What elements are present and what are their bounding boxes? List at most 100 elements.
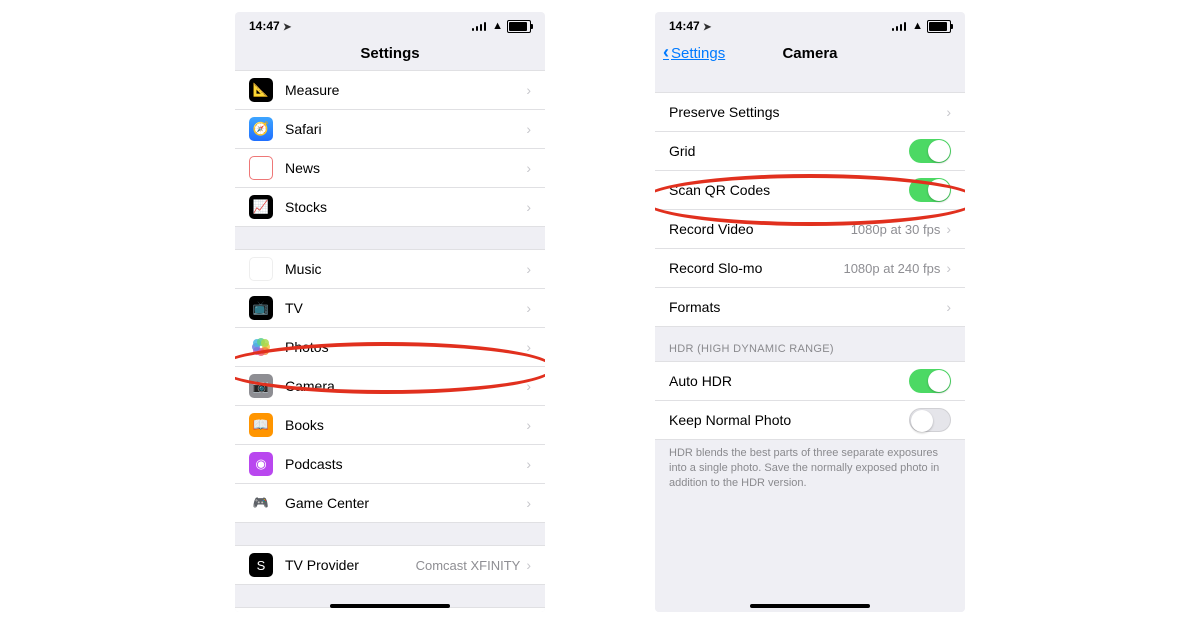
status-time: 14:47 ➤ bbox=[669, 19, 711, 33]
row-label: Measure bbox=[285, 82, 526, 98]
group-spacer bbox=[235, 227, 545, 249]
battery-icon bbox=[927, 20, 951, 33]
chevron-left-icon: ‹ bbox=[663, 42, 669, 63]
toggle-auto-hdr[interactable] bbox=[909, 369, 951, 393]
status-indicators: ▲ bbox=[892, 20, 951, 33]
settings-row-record-slo-mo[interactable]: Record Slo-mo1080p at 240 fps › bbox=[655, 249, 965, 288]
row-detail: Comcast XFINITY bbox=[416, 558, 521, 573]
photos-icon bbox=[249, 335, 273, 359]
settings-group: ♫Music›📺TV›Photos›📷Camera›📖Books›◉Podcas… bbox=[235, 249, 545, 523]
row-label: Stocks bbox=[285, 199, 526, 215]
group-spacer bbox=[655, 70, 965, 92]
row-label: TV bbox=[285, 300, 526, 316]
screenshot-pair: 14:47 ➤ ▲ Settings 📐Measure›🧭Safari›NNew… bbox=[0, 0, 1200, 630]
chevron-right-icon: › bbox=[946, 299, 951, 315]
row-label: TV Provider bbox=[285, 557, 416, 573]
row-label: Record Slo-mo bbox=[669, 260, 843, 276]
settings-row-safari[interactable]: 🧭 Safari› bbox=[235, 110, 545, 149]
status-time: 14:47 ➤ bbox=[249, 19, 291, 33]
chevron-right-icon: › bbox=[526, 456, 531, 472]
chevron-right-icon: › bbox=[526, 121, 531, 137]
settings-row-news[interactable]: NNews› bbox=[235, 149, 545, 188]
row-label: Books bbox=[285, 417, 526, 433]
stocks-icon: 📈 bbox=[249, 195, 273, 219]
hdr-section-footer: HDR blends the best parts of three separ… bbox=[655, 440, 965, 501]
chevron-right-icon: › bbox=[526, 261, 531, 277]
chevron-right-icon: › bbox=[526, 82, 531, 98]
settings-row-game-center[interactable]: 🎮Game Center› bbox=[235, 484, 545, 522]
status-bar: 14:47 ➤ ▲ bbox=[235, 12, 545, 36]
status-bar: 14:47 ➤ ▲ bbox=[655, 12, 965, 36]
wifi-icon: ▲ bbox=[912, 20, 923, 32]
status-indicators: ▲ bbox=[472, 20, 531, 33]
toggle-keep-normal-photo[interactable] bbox=[909, 408, 951, 432]
chevron-right-icon: › bbox=[526, 557, 531, 573]
news-icon: N bbox=[249, 156, 273, 180]
chevron-right-icon: › bbox=[526, 339, 531, 355]
podcasts-icon: ◉ bbox=[249, 452, 273, 476]
page-title: Camera bbox=[782, 45, 837, 62]
row-label: Safari bbox=[285, 121, 526, 137]
settings-list[interactable]: 📐Measure›🧭Safari›NNews›📈Stocks›♫Music›📺T… bbox=[235, 70, 545, 612]
row-label: Photos bbox=[285, 339, 526, 355]
chevron-right-icon: › bbox=[526, 199, 531, 215]
group-spacer bbox=[235, 523, 545, 545]
settings-row-music[interactable]: ♫Music› bbox=[235, 250, 545, 289]
row-label: Keep Normal Photo bbox=[669, 412, 909, 428]
back-button[interactable]: ‹Settings bbox=[663, 43, 725, 64]
chevron-right-icon: › bbox=[526, 378, 531, 394]
location-icon: ➤ bbox=[703, 22, 711, 33]
settings-row-preserve-settings[interactable]: Preserve Settings› bbox=[655, 93, 965, 132]
settings-row-camera[interactable]: 📷Camera› bbox=[235, 367, 545, 406]
row-label: Record Video bbox=[669, 221, 851, 237]
navbar: ‹Settings Camera bbox=[655, 36, 965, 70]
chevron-right-icon: › bbox=[946, 260, 951, 276]
row-detail: 1080p at 240 fps bbox=[843, 261, 940, 276]
row-label: Preserve Settings bbox=[669, 104, 946, 120]
row-label: Formats bbox=[669, 299, 946, 315]
toggle-grid[interactable] bbox=[909, 139, 951, 163]
settings-row-keep-normal-photo[interactable]: Keep Normal Photo bbox=[655, 401, 965, 439]
settings-row-tv[interactable]: 📺TV› bbox=[235, 289, 545, 328]
row-label: Scan QR Codes bbox=[669, 182, 909, 198]
settings-row-grid[interactable]: Grid bbox=[655, 132, 965, 171]
wifi-icon: ▲ bbox=[492, 20, 503, 32]
row-label: Podcasts bbox=[285, 456, 526, 472]
settings-row-books[interactable]: 📖Books› bbox=[235, 406, 545, 445]
camera-settings-list[interactable]: Preserve Settings›GridScan QR CodesRecor… bbox=[655, 70, 965, 612]
phone-settings: 14:47 ➤ ▲ Settings 📐Measure›🧭Safari›NNew… bbox=[235, 12, 545, 612]
settings-row-record-video[interactable]: Record Video1080p at 30 fps› bbox=[655, 210, 965, 249]
measure-icon: 📐 bbox=[249, 78, 273, 102]
row-label: Grid bbox=[669, 143, 909, 159]
camera-group-hdr: Auto HDR Keep Normal Photo bbox=[655, 361, 965, 440]
settings-row-tv-provider[interactable]: STV ProviderComcast XFINITY› bbox=[235, 546, 545, 584]
settings-row-auto-hdr[interactable]: Auto HDR bbox=[655, 362, 965, 401]
settings-row-measure[interactable]: 📐 Measure› bbox=[235, 71, 545, 110]
settings-row-stocks[interactable]: 📈 Stocks› bbox=[235, 188, 545, 226]
row-label: Camera bbox=[285, 378, 526, 394]
home-indicator[interactable] bbox=[330, 604, 450, 608]
settings-row-formats[interactable]: Formats› bbox=[655, 288, 965, 326]
hdr-section-header: HDR (HIGH DYNAMIC RANGE) bbox=[655, 327, 965, 361]
toggle-scan-qr-codes[interactable] bbox=[909, 178, 951, 202]
chevron-right-icon: › bbox=[526, 417, 531, 433]
home-indicator[interactable] bbox=[750, 604, 870, 608]
chevron-right-icon: › bbox=[946, 104, 951, 120]
battery-icon bbox=[507, 20, 531, 33]
safari-icon: 🧭 bbox=[249, 117, 273, 141]
settings-group: 📐Measure›🧭Safari›NNews›📈Stocks› bbox=[235, 70, 545, 227]
location-icon: ➤ bbox=[283, 22, 291, 33]
row-detail: 1080p at 30 fps bbox=[851, 222, 941, 237]
settings-row-scan-qr-codes[interactable]: Scan QR Codes bbox=[655, 171, 965, 210]
settings-row-podcasts[interactable]: ◉ Podcasts› bbox=[235, 445, 545, 484]
settings-row-photos[interactable]: Photos› bbox=[235, 328, 545, 367]
game-center-icon: 🎮 bbox=[249, 491, 273, 515]
tv-icon: 📺 bbox=[249, 296, 273, 320]
settings-row-1blocker[interactable]: ①1Blocker› bbox=[235, 608, 545, 612]
chevron-right-icon: › bbox=[526, 160, 531, 176]
navbar: Settings bbox=[235, 36, 545, 70]
page-title: Settings bbox=[360, 45, 419, 62]
chevron-right-icon: › bbox=[526, 495, 531, 511]
phone-camera-settings: 14:47 ➤ ▲ ‹Settings Camera Preserve Sett… bbox=[655, 12, 965, 612]
row-label: Auto HDR bbox=[669, 373, 909, 389]
